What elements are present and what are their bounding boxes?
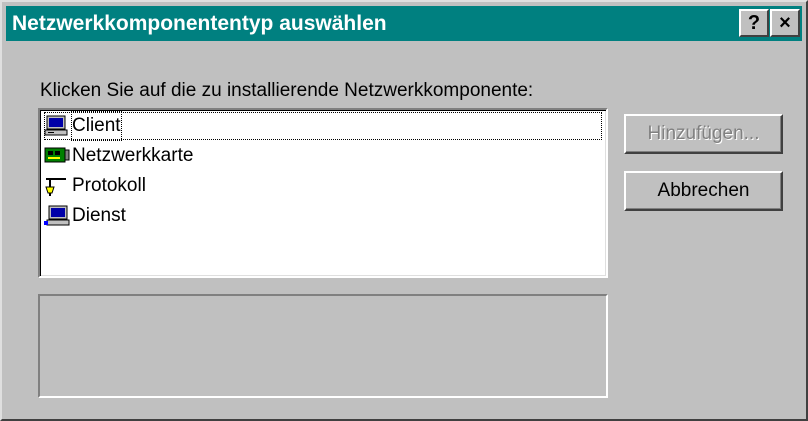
list-item-label: Client (71, 111, 122, 141)
list-item-protokoll[interactable]: Protokoll (44, 172, 602, 200)
list-item-client[interactable]: Client (44, 111, 602, 141)
title-bar[interactable]: Netzwerkkomponententyp auswählen ? × (6, 6, 802, 41)
component-list[interactable]: Client Netzwerkkarte Protokoll Dienst (38, 108, 608, 278)
list-item-netzwerkkarte[interactable]: Netzwerkkarte (44, 142, 602, 170)
description-box (38, 294, 608, 398)
client-computer-icon (44, 115, 68, 136)
service-computer-icon (44, 205, 70, 226)
dialog-window: Netzwerkkomponententyp auswählen ? × Kli… (0, 0, 808, 421)
list-item-label: Netzwerkkarte (72, 145, 194, 166)
protocol-icon (45, 178, 66, 196)
instruction-label: Klicken Sie auf die zu installierende Ne… (40, 80, 534, 101)
cancel-button[interactable]: Abbrechen (624, 171, 783, 211)
list-item-label: Dienst (72, 205, 126, 226)
dialog-title: Netzwerkkomponententyp auswählen (12, 12, 387, 35)
network-card-icon (44, 147, 70, 163)
close-button[interactable]: × (770, 9, 800, 37)
add-button[interactable]: Hinzufügen... (624, 114, 783, 154)
list-item-dienst[interactable]: Dienst (44, 202, 602, 230)
help-button[interactable]: ? (739, 9, 769, 37)
list-item-label: Protokoll (72, 175, 146, 196)
